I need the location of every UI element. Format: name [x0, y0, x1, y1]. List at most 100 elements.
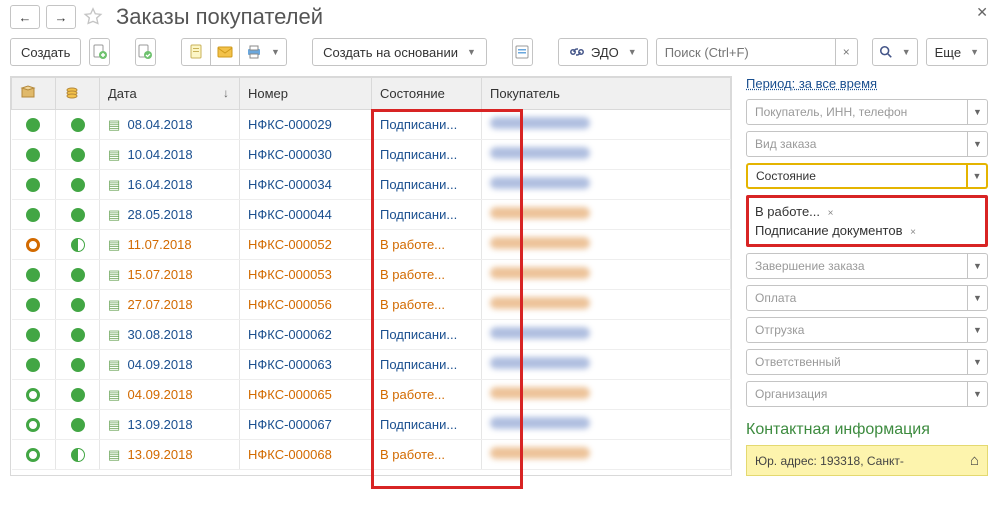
state-tag-label: В работе... — [755, 204, 820, 219]
create-button[interactable]: Создать — [10, 38, 81, 66]
nav-forward-button[interactable]: → — [46, 5, 76, 29]
state-tag-signing[interactable]: Подписание документов × — [755, 221, 979, 240]
home-icon[interactable]: ⌂ — [970, 452, 979, 469]
document-rows-icon — [514, 44, 530, 60]
col-date-header[interactable]: Дата ↓ — [100, 78, 240, 110]
create-copy-button[interactable] — [89, 38, 110, 66]
filter-order-type-input[interactable]: Вид заказа — [746, 131, 968, 157]
cell-date: 13.09.2018 — [128, 447, 193, 462]
cell-date: 10.04.2018 — [128, 147, 193, 162]
document-ok-icon: ▤ — [108, 417, 120, 432]
table-row[interactable]: ▤ 04.09.2018НФКС-000065В работе... — [12, 380, 731, 410]
cell-state: Подписани... — [380, 357, 457, 372]
col-status1-header[interactable] — [12, 78, 56, 110]
cell-state: Подписани... — [380, 177, 457, 192]
cell-number: НФКС-000056 — [248, 297, 332, 312]
status-moon-icon — [71, 448, 85, 462]
status-circle-icon — [71, 298, 85, 312]
search-button[interactable]: ▼ — [872, 38, 918, 66]
table-row[interactable]: ▤ 04.09.2018НФКС-000063Подписани... — [12, 350, 731, 380]
period-link[interactable]: Период: за все время — [746, 76, 877, 91]
search-input[interactable] — [656, 38, 836, 66]
attach-button[interactable] — [181, 38, 211, 66]
filter-completion-input[interactable]: Завершение заказа — [746, 253, 968, 279]
extra-icon-button[interactable] — [512, 38, 533, 66]
col-state-header[interactable]: Состояние — [372, 78, 482, 110]
favorite-star-icon[interactable] — [82, 6, 104, 28]
cell-state: Подписани... — [380, 147, 457, 162]
contact-info-header: Контактная информация — [746, 421, 988, 439]
table-row[interactable]: ▤ 15.07.2018НФКС-000053В работе... — [12, 260, 731, 290]
status-circle-icon — [26, 238, 40, 252]
filter-state-dd[interactable]: ▼ — [968, 163, 988, 189]
status-circle-icon — [71, 118, 85, 132]
cell-state: Подписани... — [380, 207, 457, 222]
cell-number: НФКС-000062 — [248, 327, 332, 342]
filter-payment-dd[interactable]: ▼ — [968, 285, 988, 311]
filter-payment-input[interactable]: Оплата — [746, 285, 968, 311]
close-button[interactable]: ✕ — [976, 4, 988, 21]
status-circle-icon — [26, 178, 40, 192]
col-buyer-header[interactable]: Покупатель — [482, 78, 731, 110]
state-tag-inwork[interactable]: В работе... × — [755, 202, 979, 221]
document-ok-icon: ▤ — [108, 327, 120, 342]
status-circle-icon — [71, 268, 85, 282]
cell-number: НФКС-000063 — [248, 357, 332, 372]
table-row[interactable]: ▤ 16.04.2018НФКС-000034Подписани... — [12, 170, 731, 200]
status-circle-icon — [26, 418, 40, 432]
status-circle-icon — [71, 148, 85, 162]
filter-order-type-dd[interactable]: ▼ — [968, 131, 988, 157]
cell-state: Подписани... — [380, 417, 457, 432]
table-row[interactable]: ▤ 30.08.2018НФКС-000062Подписани... — [12, 320, 731, 350]
edo-label: ЭДО — [591, 45, 619, 60]
create-based-quick-button[interactable] — [135, 38, 156, 66]
cell-number: НФКС-000065 — [248, 387, 332, 402]
mail-button[interactable] — [210, 38, 240, 66]
table-row[interactable]: ▤ 11.07.2018НФКС-000052В работе... — [12, 230, 731, 260]
create-based-on-button[interactable]: Создать на основании ▼ — [312, 38, 487, 66]
filter-buyer-input[interactable]: Покупатель, ИНН, телефон — [746, 99, 968, 125]
print-button[interactable]: ▼ — [239, 38, 287, 66]
table-row[interactable]: ▤ 10.04.2018НФКС-000030Подписани... — [12, 140, 731, 170]
tag-remove-icon[interactable]: × — [910, 227, 916, 238]
status-circle-icon — [71, 208, 85, 222]
status-circle-icon — [26, 148, 40, 162]
nav-back-button[interactable]: ← — [10, 5, 40, 29]
filter-buyer-dd[interactable]: ▼ — [968, 99, 988, 125]
table-row[interactable]: ▤ 13.09.2018НФКС-000068В работе... — [12, 440, 731, 470]
cell-date: 30.08.2018 — [128, 327, 193, 342]
page-title: Заказы покупателей — [116, 4, 323, 30]
filter-state-input[interactable]: Состояние — [746, 163, 968, 189]
mail-icon — [217, 44, 233, 60]
document-ok-icon: ▤ — [108, 177, 120, 192]
filter-responsible-dd[interactable]: ▼ — [968, 349, 988, 375]
document-ok-icon: ▤ — [108, 117, 120, 132]
sort-asc-icon: ↓ — [223, 86, 229, 100]
filter-completion-dd[interactable]: ▼ — [968, 253, 988, 279]
cell-state: В работе... — [380, 237, 445, 252]
filter-org-dd[interactable]: ▼ — [968, 381, 988, 407]
col-number-header[interactable]: Номер — [240, 78, 372, 110]
filter-shipping-dd[interactable]: ▼ — [968, 317, 988, 343]
edo-button[interactable]: ЭДО ▼ — [558, 38, 648, 66]
col-status2-header[interactable] — [56, 78, 100, 110]
cell-buyer-blurred — [490, 357, 590, 369]
filter-responsible-input[interactable]: Ответственный — [746, 349, 968, 375]
filter-shipping-input[interactable]: Отгрузка — [746, 317, 968, 343]
filter-org-input[interactable]: Организация — [746, 381, 968, 407]
more-button[interactable]: Еще ▼ — [926, 38, 988, 66]
table-row[interactable]: ▤ 27.07.2018НФКС-000056В работе... — [12, 290, 731, 320]
cell-buyer-blurred — [490, 117, 590, 129]
cell-state: В работе... — [380, 267, 445, 282]
table-row[interactable]: ▤ 08.04.2018НФКС-000029Подписани... — [12, 110, 731, 140]
search-clear-button[interactable]: × — [836, 38, 858, 66]
cell-buyer-blurred — [490, 327, 590, 339]
tag-remove-icon[interactable]: × — [828, 208, 834, 219]
col-date-label: Дата — [108, 86, 137, 101]
table-row[interactable]: ▤ 13.09.2018НФКС-000067Подписани... — [12, 410, 731, 440]
contact-address-box: Юр. адрес: 193318, Санкт- ⌂ — [746, 445, 988, 476]
state-tags-highlight: В работе... × Подписание документов × — [746, 195, 988, 247]
chevron-down-icon: ▼ — [271, 47, 280, 57]
table-row[interactable]: ▤ 28.05.2018НФКС-000044Подписани... — [12, 200, 731, 230]
arrow-left-icon: ← — [19, 10, 32, 25]
